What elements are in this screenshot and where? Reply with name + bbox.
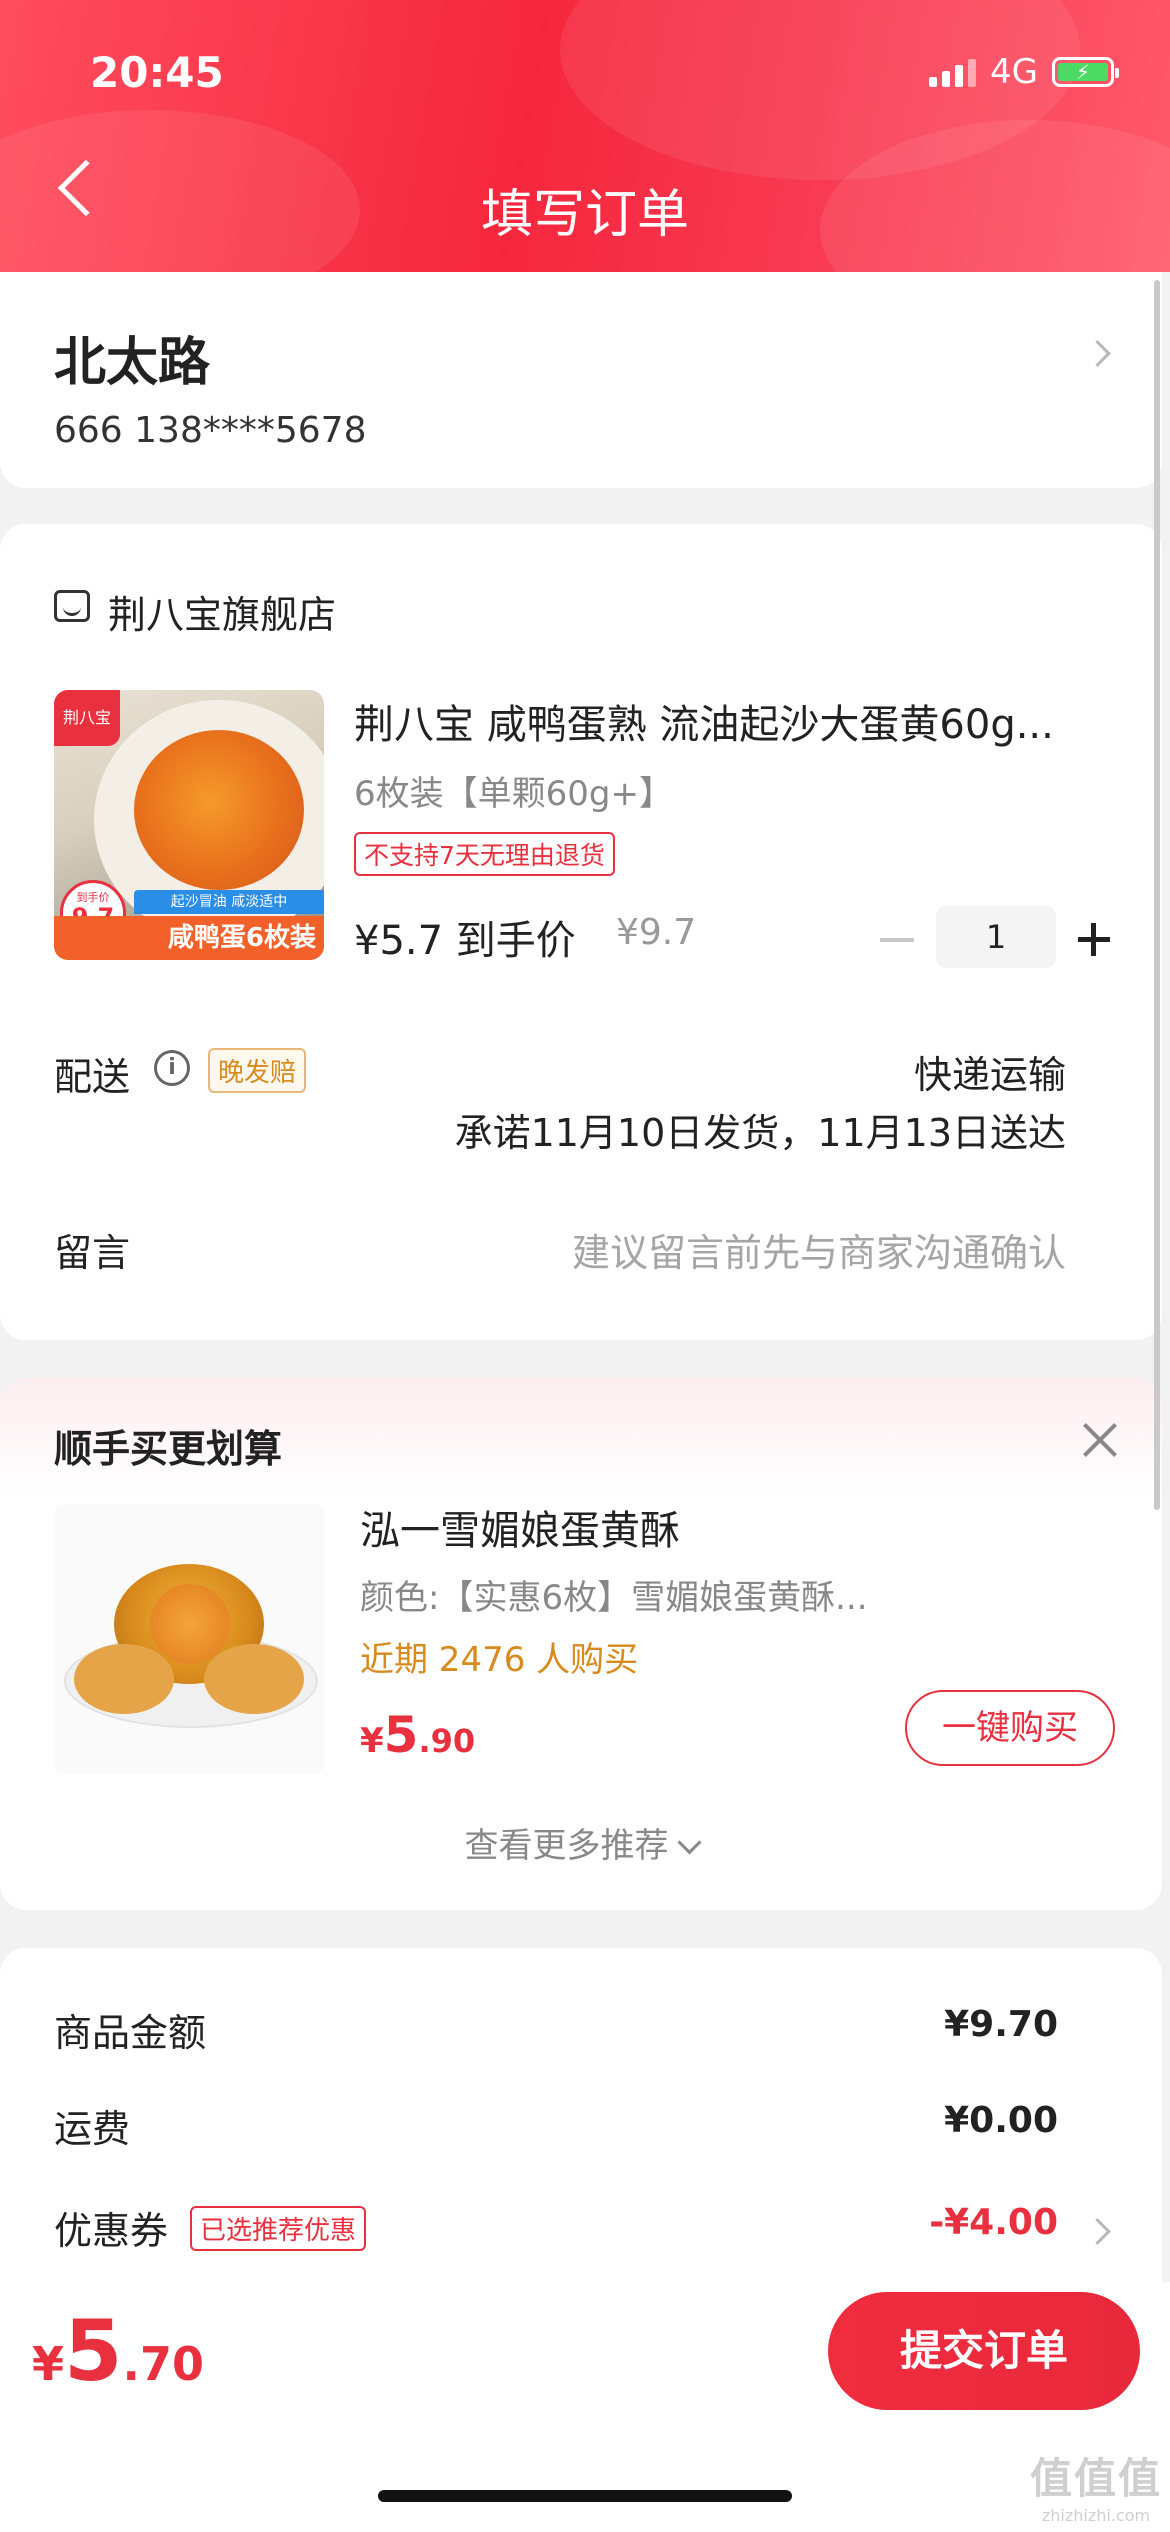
shipping-value: ¥0.00 [944, 2100, 1058, 2141]
status-time: 20:45 [90, 48, 224, 97]
info-icon[interactable]: i [154, 1050, 190, 1086]
suggestion-title: 顺手买更划算 [54, 1427, 283, 1471]
suggestion-item-spec[interactable]: 颜色:【实惠6枚】雪媚娘蛋黄酥... [360, 1570, 868, 1619]
delivery-label: 配送 [54, 1055, 131, 1099]
final-price: ¥5.7 到手价 [354, 918, 576, 964]
coupon-tag: 已选推荐优惠 [190, 2206, 367, 2251]
close-icon[interactable] [1080, 1420, 1120, 1460]
suggestion-item-title[interactable]: 泓一雪媚娘蛋黄酥 [360, 1498, 680, 1556]
message-label: 留言 [54, 1231, 131, 1275]
delivery-promise: 承诺11月10日发货，11月13日送达 [454, 1111, 1066, 1155]
store-name[interactable]: 荆八宝旗舰店 [108, 584, 336, 639]
store-icon [54, 590, 90, 622]
brand-logo: 荆八宝 [54, 690, 120, 746]
delivery-method: 快递运输 [913, 1053, 1066, 1097]
suggestion-price: ¥5.90 [360, 1706, 476, 1764]
late-compensation-tag: 晚发赔 [208, 1048, 307, 1093]
chevron-down-icon [676, 1830, 702, 1855]
quick-buy-button[interactable]: 一键购买 [905, 1690, 1115, 1766]
home-indicator[interactable] [378, 2490, 792, 2502]
signal-icon [929, 57, 977, 87]
image-slogan: 起沙冒油 咸淡适中 [134, 890, 324, 914]
coupon-value[interactable]: -¥4.00 [929, 2202, 1058, 2243]
product-spec[interactable]: 6枚装【单颗60g+】 [354, 766, 673, 815]
watermark: 值值值 zhizhizhi.com [1029, 2454, 1162, 2525]
network-label: 4G [990, 52, 1038, 92]
minus-icon[interactable] [880, 938, 914, 942]
shipping-label: 运费 [54, 2107, 131, 2151]
goods-amount-label: 商品金额 [54, 2011, 207, 2055]
quantity-input[interactable]: 1 [936, 906, 1056, 968]
plus-icon-vertical[interactable] [1091, 923, 1096, 956]
see-more-button[interactable]: 查看更多推荐 [0, 1818, 1162, 1867]
image-banner: 咸鸭蛋6枚装 [54, 916, 324, 960]
goods-amount-value: ¥9.70 [944, 2004, 1058, 2045]
coupon-label: 优惠券 [54, 2209, 169, 2253]
status-icons: 4G ⚡ [929, 52, 1119, 92]
product-image[interactable]: 荆八宝 到手价 9.7 起沙冒油 咸淡适中 咸鸭蛋6枚装 [54, 690, 324, 960]
battery-icon: ⚡ [1052, 57, 1119, 87]
product-title[interactable]: 荆八宝 咸鸭蛋熟 流油起沙大蛋黄60g... [354, 692, 1054, 750]
message-input[interactable]: 建议留言前先与商家沟通确认 [572, 1222, 1066, 1277]
address-name: 北太路 [54, 333, 211, 393]
suggestion-image[interactable] [54, 1504, 324, 1774]
address-contact: 666 138****5678 [54, 410, 367, 451]
scrollbar[interactable] [1154, 280, 1160, 1510]
page-title: 填写订单 [480, 185, 689, 245]
original-price: ¥9.7 [616, 912, 697, 953]
no-return-tag: 不支持7天无理由退货 [354, 832, 615, 876]
total-price: ¥5.70 [32, 2302, 204, 2400]
submit-order-button[interactable]: 提交订单 [828, 2292, 1140, 2410]
suggestion-sales: 近期 2476 人购买 [360, 1640, 639, 1680]
